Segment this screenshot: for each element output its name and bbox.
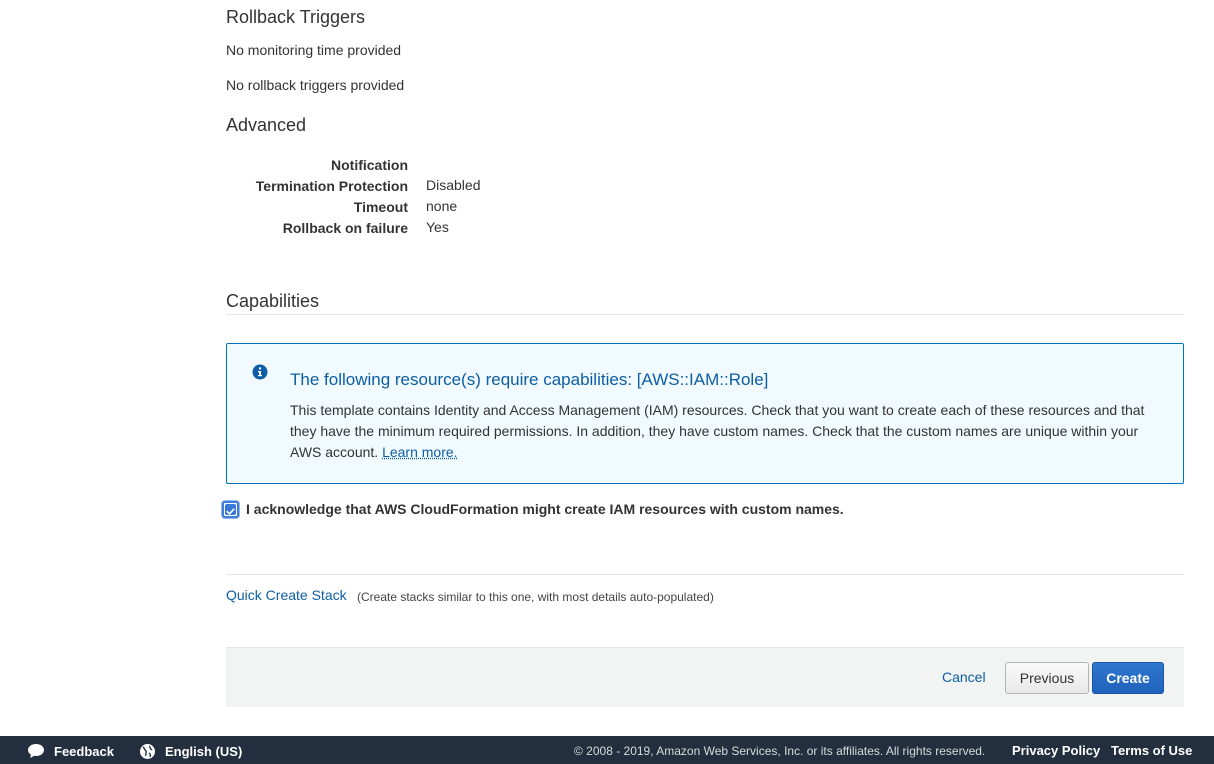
advanced-row-notification: Notification xyxy=(226,157,726,177)
checkbox-checked-fill xyxy=(225,504,236,515)
acknowledge-iam-checkbox[interactable] xyxy=(222,501,239,518)
language-label[interactable]: English (US) xyxy=(165,744,242,759)
learn-more-link[interactable]: Learn more. xyxy=(382,444,457,460)
advanced-row-timeout: Timeout none xyxy=(226,198,726,219)
quick-create-stack-link[interactable]: Quick Create Stack xyxy=(226,587,347,603)
wizard-button-bar: Cancel Previous Create xyxy=(226,647,1184,707)
create-button[interactable]: Create xyxy=(1092,662,1164,694)
capabilities-info-alert: The following resource(s) require capabi… xyxy=(226,343,1184,484)
capabilities-divider xyxy=(226,314,1184,315)
advanced-row-rollback-on-failure: Rollback on failure Yes xyxy=(226,219,726,240)
previous-button[interactable]: Previous xyxy=(1005,662,1089,694)
termination-protection-label: Termination Protection xyxy=(255,178,408,194)
feedback-link[interactable]: Feedback xyxy=(27,743,114,759)
page: Rollback Triggers No monitoring time pro… xyxy=(0,0,1214,764)
timeout-value: none xyxy=(426,198,458,214)
speech-bubble-icon xyxy=(28,744,44,758)
info-alert-body: This template contains Identity and Acce… xyxy=(290,400,1160,463)
cancel-button[interactable]: Cancel xyxy=(942,669,986,685)
rollback-triggers-text: No rollback triggers provided xyxy=(226,77,405,93)
capabilities-heading: Capabilities xyxy=(226,291,320,311)
terms-of-use-link[interactable]: Terms of Use xyxy=(1111,743,1192,758)
feedback-label[interactable]: Feedback xyxy=(54,744,114,759)
quick-create-note: (Create stacks similar to this one, with… xyxy=(357,590,714,604)
quick-create-divider xyxy=(226,574,1184,575)
rollback-on-failure-label: Rollback on failure xyxy=(282,220,408,236)
globe-icon xyxy=(140,744,155,759)
copyright-text: © 2008 - 2019, Amazon Web Services, Inc.… xyxy=(574,744,986,758)
notification-label: Notification xyxy=(331,157,408,173)
termination-protection-value: Disabled xyxy=(426,177,481,193)
acknowledge-iam-label[interactable]: I acknowledge that AWS CloudFormation mi… xyxy=(246,501,844,517)
info-icon xyxy=(252,364,268,380)
monitoring-time-text: No monitoring time provided xyxy=(226,42,402,58)
language-selector[interactable]: English (US) xyxy=(139,743,242,760)
rollback-on-failure-value: Yes xyxy=(426,219,449,235)
info-alert-title: The following resource(s) require capabi… xyxy=(290,370,769,389)
rollback-triggers-heading: Rollback Triggers xyxy=(226,7,366,27)
console-footer: Feedback English (US) © 2008 - 2019, Ama… xyxy=(0,736,1214,764)
privacy-policy-link[interactable]: Privacy Policy xyxy=(1012,743,1100,758)
advanced-row-termination-protection: Termination Protection Disabled xyxy=(226,177,726,198)
checkmark-icon xyxy=(226,508,235,515)
advanced-heading: Advanced xyxy=(226,115,307,135)
timeout-label: Timeout xyxy=(353,199,408,215)
